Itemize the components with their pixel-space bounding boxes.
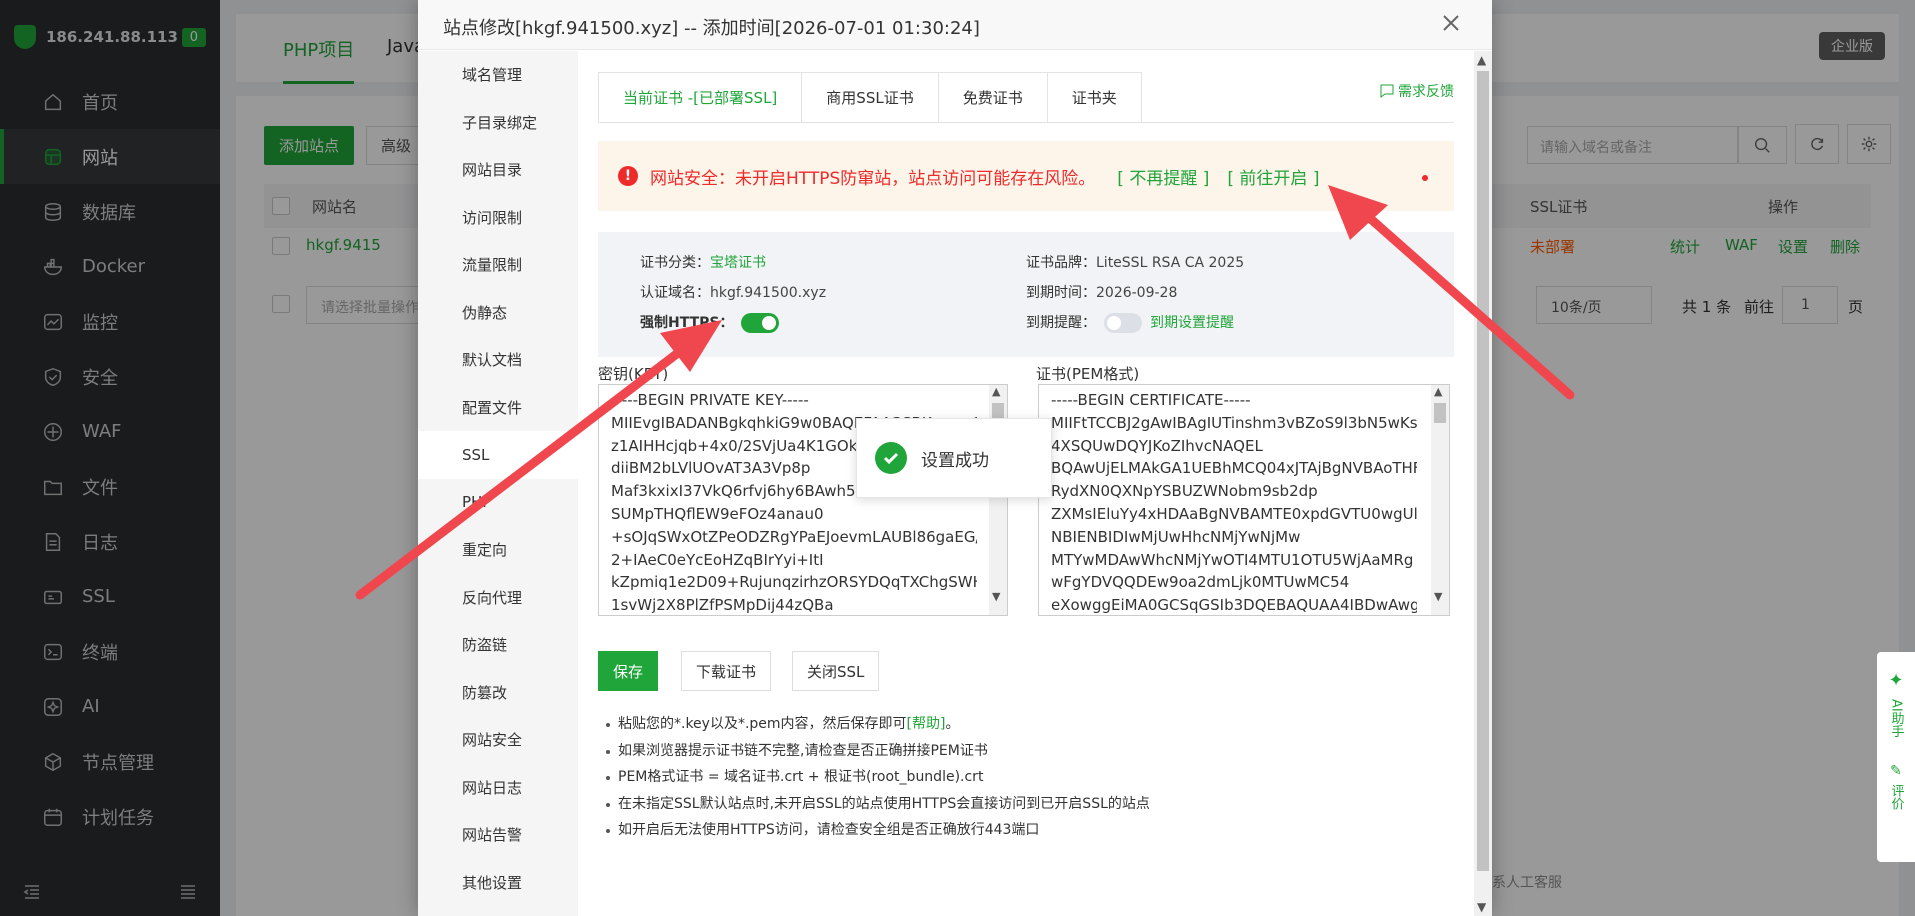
enable-now-link[interactable]: [ 前往开启 ]: [1227, 164, 1319, 189]
ssl-tab[interactable]: 当前证书 -[已部署SSL]: [598, 72, 803, 122]
ai-assistant-button[interactable]: AI助手: [1887, 691, 1906, 745]
modal-menu-item[interactable]: 伪静态: [418, 289, 578, 337]
modal-menu-item[interactable]: 其他设置: [418, 859, 578, 907]
modal-menu-item[interactable]: 网站日志: [418, 764, 578, 812]
edit-icon: ✎: [1890, 763, 1902, 779]
ssl-tab[interactable]: 证书夹: [1046, 72, 1142, 122]
modal-menu-item[interactable]: 子目录绑定: [418, 99, 578, 147]
modal-title: 站点修改[hkgf.941500.xyz] -- 添加时间[2026-07-01…: [418, 0, 1492, 50]
modal-menu-item[interactable]: 防篡改: [418, 669, 578, 717]
cert-scrollbar[interactable]: ▲ ▼: [1431, 385, 1449, 615]
feedback-icon: [1380, 84, 1394, 98]
right-float-panel: ✦ AI助手 ✎ 评价: [1877, 652, 1915, 862]
modal-menu-item[interactable]: SSL: [418, 431, 578, 479]
ssl-tab[interactable]: 商用SSL证书: [801, 72, 939, 122]
modal-menu-item[interactable]: 反向代理: [418, 574, 578, 622]
close-ssl-button[interactable]: 关闭SSL: [792, 651, 880, 691]
dismiss-reminder-link[interactable]: [ 不再提醒 ]: [1117, 164, 1209, 189]
help-notes: 粘贴您的*.key以及*.pem内容，然后保存即可[帮助]。 如果浏览器提示证书…: [606, 711, 1150, 844]
expire-remind-toggle[interactable]: [1104, 313, 1142, 333]
close-icon: [1443, 15, 1459, 31]
modal-menu-item[interactable]: 访问限制: [418, 194, 578, 242]
warning-icon: !: [618, 166, 638, 186]
feedback-label: 需求反馈: [1398, 84, 1454, 100]
modal-menu-item[interactable]: 网站告警: [418, 811, 578, 859]
remind-settings-link[interactable]: 到期设置提醒: [1150, 315, 1234, 331]
modal-menu-item[interactable]: 配置文件: [418, 384, 578, 432]
expire-value: 2026-09-28: [1096, 285, 1178, 301]
modal-menu-item[interactable]: 网站目录: [418, 146, 578, 194]
help-link[interactable]: [帮助]: [907, 716, 946, 732]
cert-domain-label: 认证域名：: [640, 285, 710, 301]
modal-side-menu: 域名管理 子目录绑定 网站目录 访问限制 流量限制 伪静态 默认文档 配置文件 SSL PHP 重定…: [418, 51, 578, 916]
security-alert: ! 网站安全：未开启HTTPS防窜站，站点访问可能存在风险。 [ 不再提醒 ] …: [598, 141, 1454, 211]
note-item: 在未指定SSL默认站点时,未开启SSL的站点使用HTTPS会直接访问到已开启SS…: [606, 791, 1150, 818]
support-text: 系人工客服: [1492, 875, 1562, 891]
rate-button[interactable]: 评价: [1887, 779, 1906, 815]
cert-brand-label: 证书品牌：: [1026, 255, 1096, 271]
modal-menu-item[interactable]: PHP: [418, 479, 578, 527]
modal-scrollbar[interactable]: ▲ ▼: [1474, 51, 1492, 916]
certificate-textarea[interactable]: -----BEGIN CERTIFICATE----- MIIFtTCCBJ2g…: [1038, 384, 1450, 616]
modal-menu-item[interactable]: 重定向: [418, 526, 578, 574]
modal-menu-item[interactable]: 网站安全: [418, 716, 578, 764]
cert-brand-value: LiteSSL RSA CA 2025: [1096, 255, 1245, 271]
note-item: 粘贴您的*.key以及*.pem内容，然后保存即可[帮助]。: [606, 711, 1150, 738]
alert-text: 网站安全：未开启HTTPS防窜站，站点访问可能存在风险。: [650, 168, 1096, 189]
download-cert-button[interactable]: 下载证书: [681, 651, 772, 691]
cert-category-label: 证书分类：: [640, 255, 710, 271]
ai-assistant-icon[interactable]: ✦: [1877, 670, 1915, 691]
success-toast: 设置成功: [856, 418, 1052, 498]
force-https-label: 强制HTTPS：: [640, 315, 734, 331]
check-circle-icon: [875, 442, 907, 474]
remind-label: 到期提醒：: [1026, 315, 1096, 331]
modal-menu-item[interactable]: 流量限制: [418, 241, 578, 289]
close-button[interactable]: [1440, 12, 1462, 34]
key-label: 密钥(KEY): [598, 365, 669, 383]
ssl-tab[interactable]: 免费证书: [937, 72, 1048, 122]
cert-category-value: 宝塔证书: [710, 255, 766, 271]
cert-label: 证书(PEM格式): [1036, 365, 1140, 383]
certificate-content: -----BEGIN CERTIFICATE----- MIIFtTCCBJ2g…: [1051, 391, 1417, 615]
cert-domain-value: hkgf.941500.xyz: [710, 285, 827, 301]
feedback-link[interactable]: 需求反馈: [1379, 81, 1454, 101]
force-https-toggle[interactable]: [741, 313, 780, 333]
cert-info-panel: 证书分类：宝塔证书 认证域名：hkgf.941500.xyz 强制HTTPS： …: [598, 232, 1454, 357]
modal-menu-item[interactable]: 默认文档: [418, 336, 578, 384]
expire-label: 到期时间：: [1026, 285, 1096, 301]
modal-menu-item[interactable]: 域名管理: [418, 51, 578, 99]
toast-text: 设置成功: [921, 450, 989, 471]
modal-menu-item[interactable]: 防盗链: [418, 621, 578, 669]
note-item: 如果浏览器提示证书链不完整,请检查是否正确拼接PEM证书: [606, 738, 1150, 765]
alert-dot: [1422, 175, 1428, 181]
note-item: 如开启后无法使用HTTPS访问，请检查安全组是否正确放行443端口: [606, 817, 1150, 844]
note-item: PEM格式证书 = 域名证书.crt + 根证书(root_bundle).cr…: [606, 764, 1150, 791]
save-button[interactable]: 保存: [598, 651, 659, 691]
